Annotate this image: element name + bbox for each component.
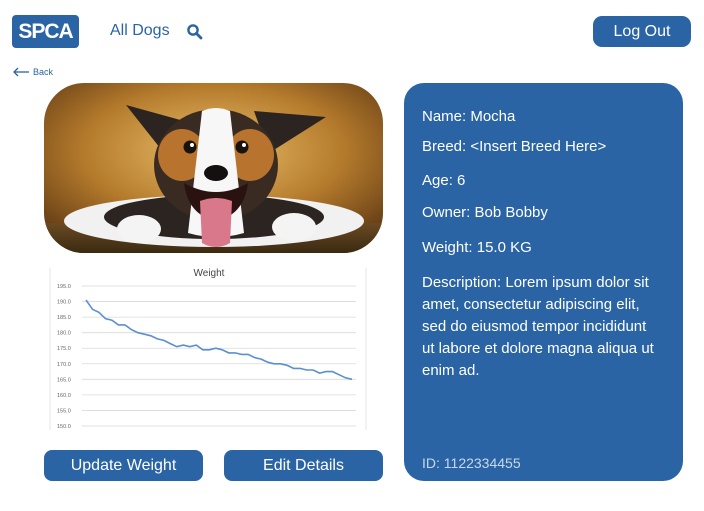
y-tick-label: 185.0 [57,315,71,321]
weight-chart: Weight 195.0 190.0 185.0 180.0 175.0 170.0 165… [44,262,369,432]
dog-breed: Breed: <Insert Breed Here> [422,138,607,155]
dog-description: Description: Lorem ipsum dolor sit amet,… [422,274,654,379]
y-tick-label: 170.0 [57,362,71,368]
y-tick-label: 150.0 [57,424,71,430]
y-tick-label: 175.0 [57,346,71,352]
y-tick-label: 165.0 [57,377,71,383]
dog-name: Name: Mocha [422,108,516,125]
back-label: Back [33,67,54,77]
arrow-left-icon [13,67,29,77]
edit-details-button[interactable]: Edit Details [224,450,383,481]
y-tick-label: 160.0 [57,393,71,399]
dog-owner: Owner: Bob Bobby [422,204,548,221]
chart-title: Weight [194,268,225,279]
update-weight-button[interactable]: Update Weight [44,450,203,481]
dog-id: ID: 1122334455 [422,455,521,471]
dog-photo [44,83,383,253]
logout-button[interactable]: Log Out [593,16,691,47]
y-tick-label: 180.0 [57,331,71,337]
search-icon[interactable] [186,23,204,41]
spca-logo[interactable]: SPCA [12,15,79,48]
nav-link-all-dogs[interactable]: All Dogs [110,22,170,40]
dog-weight: Weight: 15.0 KG [422,239,532,256]
dog-info-panel: Name: Mocha Breed: <Insert Breed Here> A… [404,83,683,481]
y-tick-label: 190.0 [57,300,71,306]
dog-age: Age: 6 [422,172,466,189]
back-link[interactable]: Back [12,67,53,77]
y-tick-label: 195.0 [57,284,71,290]
y-tick-label: 155.0 [57,408,71,414]
